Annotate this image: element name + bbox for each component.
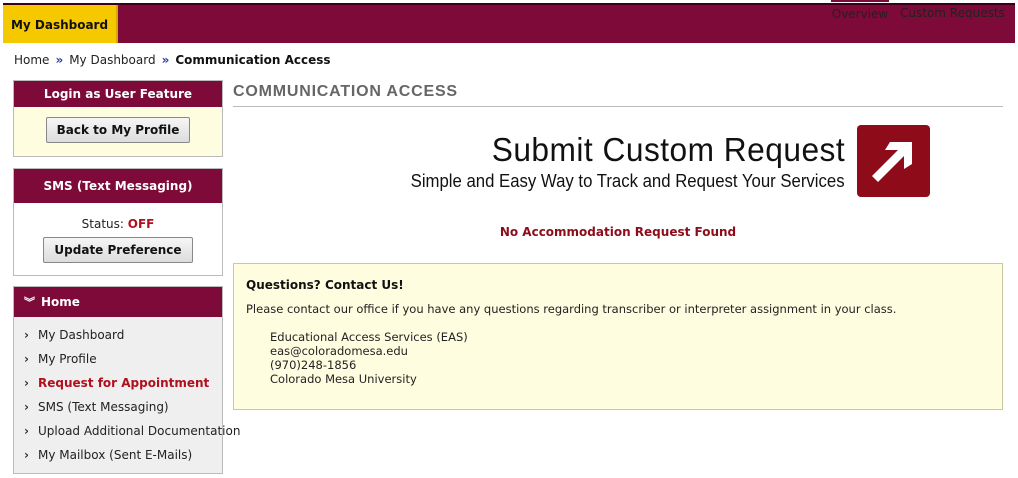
chevron-double-down-icon: ︾ [24,296,35,309]
sidebar-item-my-profile[interactable]: › My Profile [14,347,222,371]
no-request-notice: No Accommodation Request Found [499,225,737,239]
breadcrumb-current: Communication Access [175,53,331,67]
sms-panel: SMS (Text Messaging) Status: OFF Update … [13,168,223,276]
contact-university: Colorado Mesa University [270,372,417,386]
sidebar-item-label: SMS (Text Messaging) [38,400,169,414]
login-panel-title: Login as User Feature [14,81,222,107]
chevron-double-right-icon: » [161,53,170,67]
chevron-right-icon: › [24,448,29,462]
sidebar-nav: ︾ Home › My Dashboard › My Profile › Request… [13,286,240,474]
chevron-right-icon: › [24,376,29,390]
breadcrumb-dashboard-link[interactable]: My Dashboard [69,53,155,67]
sms-status-value: OFF [127,217,155,231]
sidebar-item-sms[interactable]: › SMS (Text Messaging) [14,395,222,419]
sidebar-nav-title: Home [41,295,80,309]
chevron-right-icon: › [24,328,29,342]
sms-panel-body: Status: OFF Update Preference [14,203,222,275]
breadcrumb-home-link[interactable]: Home [14,53,49,67]
contact-heading: Questions? Contact Us! [246,278,404,292]
sidebar-item-my-dashboard[interactable]: › My Dashboard [14,323,222,347]
tab-overview[interactable]: Overview [831,0,889,27]
sidebar-item-request-appointment[interactable]: › Request for Appointment [14,371,222,395]
chevron-right-icon: › [24,400,29,414]
sidebar-item-label: My Profile [38,352,97,366]
sidebar-nav-list: › My Dashboard › My Profile › Request for A… [14,317,240,467]
contact-phone: (970)248-1856 [270,358,357,372]
sidebar-item-label: My Mailbox (Sent E-Mails) [38,448,193,462]
sidebar-item-label: My Dashboard [38,328,125,342]
sidebar-item-label: Request for Appointment [38,376,210,390]
sidebar-item-my-mailbox[interactable]: › My Mailbox (Sent E-Mails) [14,443,222,467]
back-to-profile-button[interactable]: Back to My Profile [45,117,191,143]
banner-headline: Submit Custom Request [491,131,845,168]
update-preference-button[interactable]: Update Preference [43,237,193,263]
chevron-double-right-icon: » [55,53,64,67]
contact-address: Educational Access Services (EAS) eas@co… [246,330,990,386]
contact-box: Questions? Contact Us! Please contact ou… [233,263,1003,410]
banner-subline: Simple and Easy Way to Track and Request… [411,171,845,191]
chevron-right-icon: › [24,424,29,438]
login-as-user-panel: Login as User Feature Back to My Profile [13,80,223,157]
contact-email: eas@coloradomesa.edu [270,344,408,358]
chevron-right-icon: › [24,352,29,366]
tab-my-dashboard[interactable]: My Dashboard [3,5,118,43]
arrow-up-right-icon[interactable] [857,125,930,197]
title-divider [233,106,1003,107]
sms-panel-title: SMS (Text Messaging) [14,169,222,203]
contact-office: Educational Access Services (EAS) [270,330,468,344]
contact-text: Please contact our office if you have an… [246,302,897,316]
sidebar-item-upload-documentation[interactable]: › Upload Additional Documentation [14,419,240,443]
sidebar-nav-header[interactable]: ︾ Home [14,287,222,317]
page-title: COMMUNICATION ACCESS [233,83,458,100]
breadcrumb: Home » My Dashboard » Communication Access [14,53,331,67]
sidebar-item-label: Upload Additional Documentation [38,424,241,438]
tab-custom-requests[interactable]: Custom Requests [900,0,1005,27]
sms-status-label: Status: [81,217,124,231]
sms-status: Status: OFF [14,217,222,231]
login-panel-body: Back to My Profile [14,107,222,156]
submit-custom-request-banner[interactable]: Submit Custom Request Simple and Easy Wa… [330,125,930,197]
